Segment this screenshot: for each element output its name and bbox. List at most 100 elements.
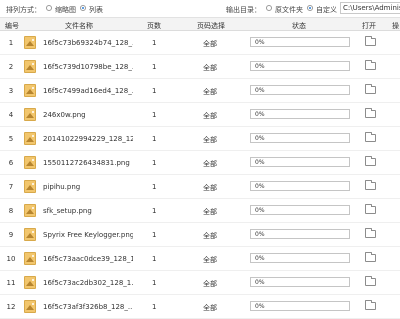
progress-text: 0% [255, 135, 265, 142]
list-view-label[interactable]: 列表 [89, 5, 103, 15]
output-path-field[interactable]: C:\Users\Administrator [340, 2, 400, 14]
page-count: 1 [152, 39, 157, 47]
table-row[interactable]: 9 Spyrix Free Keylogger.png 1 全部 0% [0, 223, 400, 247]
progress-text: 0% [255, 207, 265, 214]
toolbar: 排列方式： 缩略图 列表 输出目录： 原文件夹 自定义 C:\Users\Adm… [0, 0, 400, 18]
table-row[interactable]: 2 16f5c739d10798be_128_... 1 全部 0% [0, 55, 400, 79]
progress-text: 0% [255, 303, 265, 310]
table-row[interactable]: 11 16f5c73ac2db302_128_1... 1 全部 0% [0, 271, 400, 295]
page-count: 1 [152, 279, 157, 287]
open-folder-icon[interactable] [365, 132, 376, 142]
page-range[interactable]: 全部 [203, 183, 217, 193]
page-range[interactable]: 全部 [203, 303, 217, 313]
table-row[interactable]: 8 sfk_setup.png 1 全部 0% [0, 199, 400, 223]
progress-bar: 0% [250, 181, 350, 191]
page-range[interactable]: 全部 [203, 279, 217, 289]
open-folder-icon[interactable] [365, 276, 376, 286]
file-name: 246x0w.png [43, 111, 86, 119]
page-range[interactable]: 全部 [203, 159, 217, 169]
page-count: 1 [152, 135, 157, 143]
page-range[interactable]: 全部 [203, 39, 217, 49]
progress-text: 0% [255, 159, 265, 166]
open-folder-icon[interactable] [365, 156, 376, 166]
file-name: 16f5c73b69324b74_128_... [43, 39, 133, 47]
open-folder-icon[interactable] [365, 300, 376, 310]
page-count: 1 [152, 63, 157, 71]
open-folder-icon[interactable] [365, 228, 376, 238]
page-range[interactable]: 全部 [203, 255, 217, 265]
table-row[interactable]: 3 16f5c7499ad16ed4_128_... 1 全部 0% [0, 79, 400, 103]
custom-output-radio[interactable] [307, 5, 313, 11]
open-folder-icon[interactable] [365, 108, 376, 118]
row-number: 12 [6, 303, 16, 311]
thumbnail-view-label[interactable]: 缩略图 [55, 5, 76, 15]
open-folder-icon[interactable] [365, 84, 376, 94]
progress-text: 0% [255, 255, 265, 262]
thumbnail-view-radio[interactable] [46, 5, 52, 11]
page-range[interactable]: 全部 [203, 135, 217, 145]
image-file-icon [24, 204, 36, 217]
table-row[interactable]: 1 16f5c73b69324b74_128_... 1 全部 0% [0, 31, 400, 55]
open-folder-icon[interactable] [365, 204, 376, 214]
progress-bar: 0% [250, 205, 350, 215]
row-number: 6 [8, 159, 14, 167]
source-folder-radio[interactable] [266, 5, 272, 11]
custom-output-label[interactable]: 自定义 [316, 5, 337, 15]
image-file-icon [24, 276, 36, 289]
file-name: 16f5c739d10798be_128_... [43, 63, 133, 71]
header-status: 状态 [292, 22, 306, 30]
progress-bar: 0% [250, 157, 350, 167]
table-row[interactable]: 5 20141022994229_128_128... 1 全部 0% [0, 127, 400, 151]
row-number: 5 [8, 135, 14, 143]
image-file-icon [24, 36, 36, 49]
progress-bar: 0% [250, 37, 350, 47]
table-row[interactable]: 7 pipihu.png 1 全部 0% [0, 175, 400, 199]
table-row[interactable]: 4 246x0w.png 1 全部 0% [0, 103, 400, 127]
file-name: sfk_setup.png [43, 207, 92, 215]
file-name: 16f5c73aac0dce39_128_1... [43, 255, 133, 263]
page-count: 1 [152, 231, 157, 239]
image-file-icon [24, 180, 36, 193]
page-count: 1 [152, 255, 157, 263]
output-dir-label: 输出目录： [226, 6, 261, 14]
image-file-icon [24, 156, 36, 169]
row-number: 7 [8, 183, 14, 191]
file-name: 16f5c7499ad16ed4_128_... [43, 87, 133, 95]
page-range[interactable]: 全部 [203, 111, 217, 121]
page-count: 1 [152, 87, 157, 95]
header-name: 文件名称 [65, 22, 93, 30]
list-view-radio[interactable] [80, 5, 86, 11]
open-folder-icon[interactable] [365, 36, 376, 46]
progress-text: 0% [255, 183, 265, 190]
file-name: 1550112726434831.png [43, 159, 130, 167]
table-header: 编号 文件名称 页数 页码选择 状态 打开 操 [0, 18, 400, 31]
progress-bar: 0% [250, 277, 350, 287]
progress-text: 0% [255, 231, 265, 238]
page-count: 1 [152, 111, 157, 119]
progress-bar: 0% [250, 229, 350, 239]
row-number: 8 [8, 207, 14, 215]
source-folder-label[interactable]: 原文件夹 [275, 5, 303, 15]
row-number: 11 [6, 279, 16, 287]
progress-bar: 0% [250, 133, 350, 143]
open-folder-icon[interactable] [365, 252, 376, 262]
open-folder-icon[interactable] [365, 180, 376, 190]
image-file-icon [24, 300, 36, 313]
table-row[interactable]: 10 16f5c73aac0dce39_128_1... 1 全部 0% [0, 247, 400, 271]
open-folder-icon[interactable] [365, 60, 376, 70]
page-range[interactable]: 全部 [203, 207, 217, 217]
image-file-icon [24, 60, 36, 73]
page-range[interactable]: 全部 [203, 87, 217, 97]
page-range[interactable]: 全部 [203, 231, 217, 241]
header-range: 页码选择 [197, 22, 225, 30]
page-range[interactable]: 全部 [203, 63, 217, 73]
progress-bar: 0% [250, 109, 350, 119]
file-name: pipihu.png [43, 183, 81, 191]
header-pages: 页数 [147, 22, 161, 30]
header-op: 操 [392, 22, 399, 30]
table-row[interactable]: 12 16f5c73af3f326b8_128_... 1 全部 0% [0, 295, 400, 319]
page-count: 1 [152, 159, 157, 167]
image-file-icon [24, 132, 36, 145]
page-count: 1 [152, 207, 157, 215]
table-row[interactable]: 6 1550112726434831.png 1 全部 0% [0, 151, 400, 175]
